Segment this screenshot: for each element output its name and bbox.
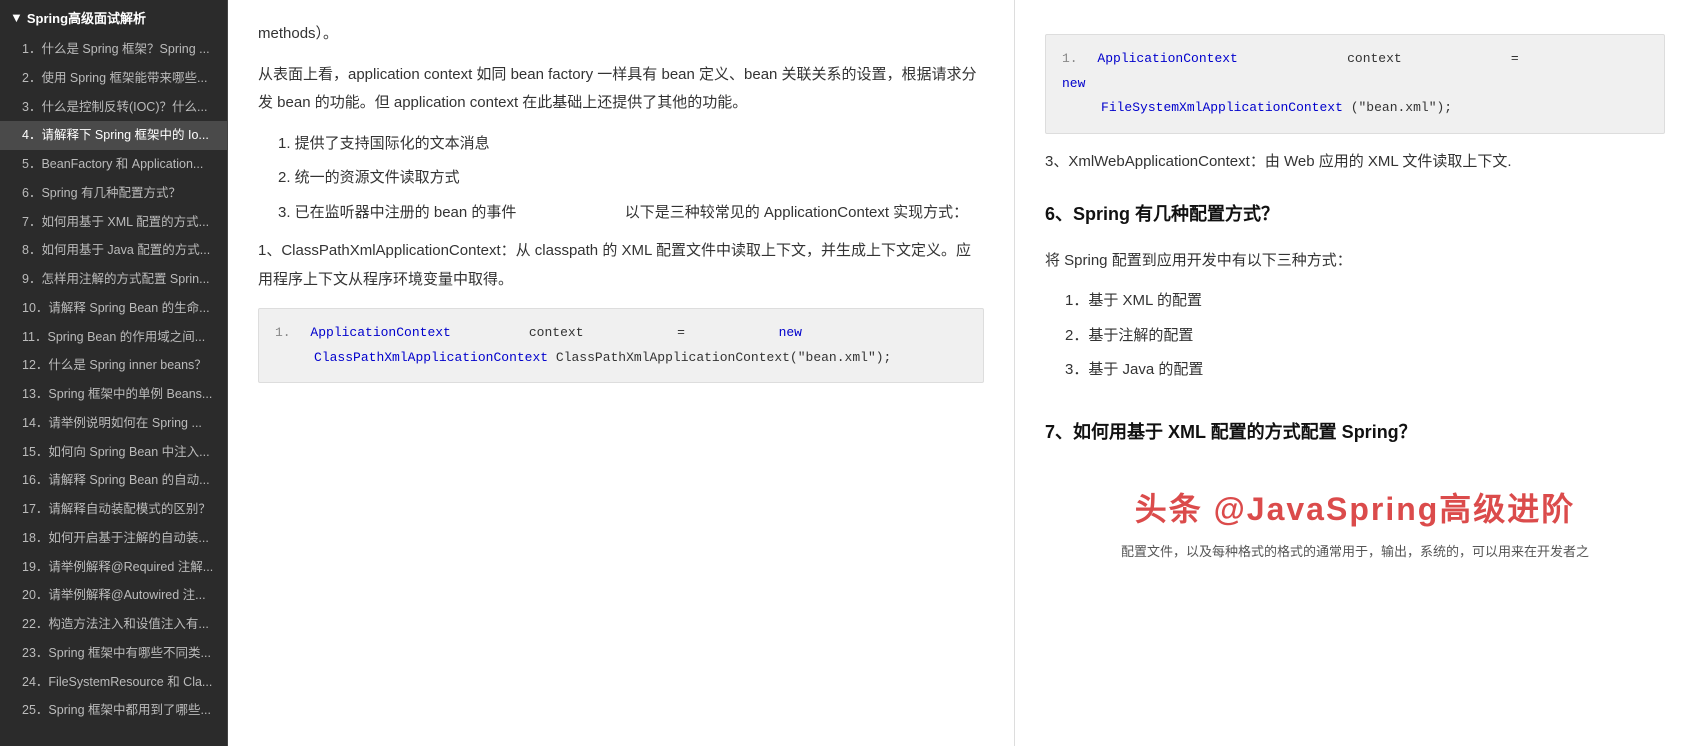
sidebar-item-12[interactable]: 12．什么是 Spring inner beans？ (0, 351, 227, 380)
sidebar-item-21[interactable]: 22．构造方法注入和设值注入有... (0, 610, 227, 639)
config1-text: 1．基于 XML 的配置 (1065, 287, 1665, 316)
watermark-text: 头条 @JavaSpring高级进阶 (1045, 479, 1665, 540)
code-new-right: new (1062, 76, 1085, 91)
config3-text: 3．基于 Java 的配置 (1065, 356, 1665, 385)
code-class-path: ClassPathXmlApplicationContext (314, 350, 548, 365)
sidebar-item-19[interactable]: 19．请举例解释@Required 注解... (0, 553, 227, 582)
sidebar-item-3[interactable]: 3．什么是控制反转(IOC)？什么... (0, 93, 227, 122)
impl1-text: 1、ClassPathXmlApplicationContext：从 class… (258, 237, 984, 294)
section6-intro: 将 Spring 配置到应用开发中有以下三种方式： (1045, 247, 1665, 276)
arrow-icon: ▼ (10, 10, 23, 25)
sidebar-item-10[interactable]: 10．请解释 Spring Bean 的生命... (0, 294, 227, 323)
sidebar-item-14[interactable]: 14．请举例说明如何在 Spring ... (0, 409, 227, 438)
code-filesys: FileSystemXmlApplicationContext (1101, 100, 1343, 115)
code-block-right: 1. ApplicationContext context = new File… (1045, 34, 1665, 134)
code-block-1: 1. ApplicationContext context = new Clas… (258, 308, 984, 383)
config2-text: 2．基于注解的配置 (1065, 322, 1665, 351)
sidebar-items-container: 1．什么是 Spring 框架？Spring ...2．使用 Spring 框架… (0, 35, 227, 725)
sidebar-item-8[interactable]: 8．如何用基于 Java 配置的方式... (0, 236, 227, 265)
section6-title: 6、Spring 有几种配置方式？ (1045, 197, 1665, 231)
para1-text: 从表面上看，application context 如同 bean factor… (258, 61, 984, 118)
sidebar-item-9[interactable]: 9．怎样用注解的方式配置 Sprin... (0, 265, 227, 294)
code-new-1: new (779, 325, 802, 340)
sidebar-item-15[interactable]: 15．如何向 Spring Bean 中注入... (0, 438, 227, 467)
sidebar-item-17[interactable]: 17．请解释自动装配模式的区别？ (0, 495, 227, 524)
sidebar-item-1[interactable]: 1．什么是 Spring 框架？Spring ... (0, 35, 227, 64)
sidebar-item-2[interactable]: 2．使用 Spring 框架能带来哪些... (0, 64, 227, 93)
feature2-text: 2. 统一的资源文件读取方式 (278, 164, 984, 193)
feature1-text: 1. 提供了支持国际化的文本消息 (278, 130, 984, 159)
sidebar-item-13[interactable]: 13．Spring 框架中的单例 Beans... (0, 380, 227, 409)
sidebar-item-5[interactable]: 5．BeanFactory 和 Application... (0, 150, 227, 179)
sidebar-item-16[interactable]: 16．请解释 Spring Bean 的自动... (0, 466, 227, 495)
line-num-1: 1. (275, 325, 291, 340)
main-content: methods）。 从表面上看，application context 如同 b… (228, 0, 1695, 746)
line-num-right: 1. (1062, 51, 1078, 66)
sidebar-item-18[interactable]: 18．如何开启基于注解的自动装... (0, 524, 227, 553)
sidebar-item-24[interactable]: 25．Spring 框架中都用到了哪些... (0, 696, 227, 725)
section7-title: 7、如何用基于 XML 配置的方式配置 Spring？ (1045, 415, 1665, 449)
sidebar-item-4[interactable]: 4．请解释下 Spring 框架中的 Io... (0, 121, 227, 150)
sidebar-title[interactable]: ▼ Spring高级面试解析 (0, 0, 227, 35)
code-appctx: ApplicationContext (1097, 51, 1237, 66)
right-panel: 1. ApplicationContext context = new File… (1015, 0, 1695, 746)
sub-text: 配置文件，以及每种格式的格式的通常用于，输出，系统的，可以用来在开发者之 (1045, 540, 1665, 565)
sidebar-item-20[interactable]: 20．请举例解释@Autowired 注... (0, 581, 227, 610)
sidebar-item-11[interactable]: 11．Spring Bean 的作用域之间... (0, 323, 227, 352)
sidebar-item-23[interactable]: 24．FileSystemResource 和 Cla... (0, 668, 227, 697)
feature3-text: 3. 已在监听器中注册的 bean 的事件 以下是三种较常见的 Applicat… (278, 199, 984, 228)
left-panel: methods）。 从表面上看，application context 如同 b… (228, 0, 1015, 746)
sidebar-item-6[interactable]: 6．Spring 有几种配置方式？ (0, 179, 227, 208)
intro-text: methods）。 (258, 20, 984, 49)
sidebar-item-7[interactable]: 7．如何用基于 XML 配置的方式... (0, 208, 227, 237)
impl3-text: 3、XmlWebApplicationContext：由 Web 应用的 XML… (1045, 148, 1665, 177)
sidebar: ▼ Spring高级面试解析 1．什么是 Spring 框架？Spring ..… (0, 0, 228, 746)
code-class-1: ApplicationContext (310, 325, 450, 340)
sidebar-item-22[interactable]: 23．Spring 框架中有哪些不同类... (0, 639, 227, 668)
